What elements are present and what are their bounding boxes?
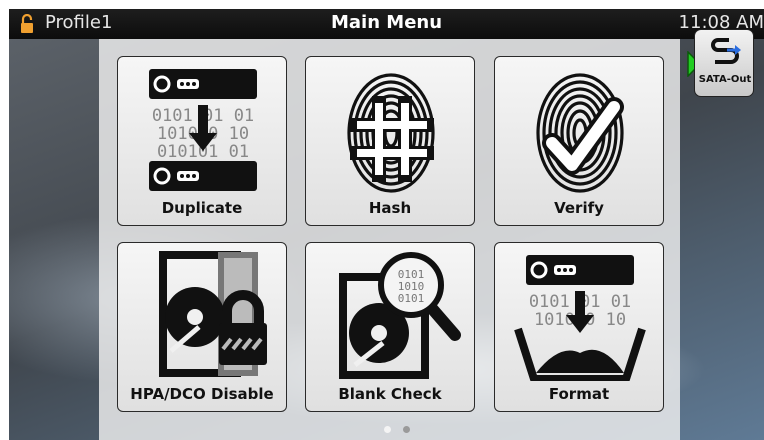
menu-panel: 0101 01 01 1010 0 10 010101 01 Duplicate xyxy=(99,39,680,440)
drive-magnifier-icon: 0101 1010 0101 xyxy=(339,252,461,379)
tile-label: Verify xyxy=(554,199,604,217)
page-dot[interactable] xyxy=(403,426,410,433)
device-screen: Profile1 Main Menu 11:08 AM 0101 01 01 1… xyxy=(9,9,764,440)
sata-out-button[interactable]: SATA-Out xyxy=(687,29,754,100)
fingerprint-check-icon xyxy=(536,73,624,193)
tile-label: Format xyxy=(548,385,610,403)
tile-label: Duplicate xyxy=(161,199,243,217)
sata-connector-icon xyxy=(711,38,741,64)
duplicate-button[interactable]: 0101 01 01 1010 0 10 010101 01 Duplicate xyxy=(117,56,287,226)
verify-button[interactable]: Verify xyxy=(494,56,664,226)
svg-text:0101: 0101 xyxy=(398,292,425,305)
hash-button[interactable]: Hash xyxy=(305,56,475,226)
drive-lock-icon xyxy=(159,251,267,377)
status-bar: Profile1 Main Menu 11:08 AM xyxy=(9,9,764,39)
format-icon: 0101 01 01 1010 0 10 xyxy=(514,255,646,381)
page-dot-active[interactable] xyxy=(384,426,391,433)
background: 0101 01 01 1010 0 10 010101 01 Duplicate xyxy=(9,39,764,440)
page-title: Main Menu xyxy=(330,12,443,33)
hpa-dco-disable-button[interactable]: HPA/DCO Disable xyxy=(117,242,287,412)
tile-label: Blank Check xyxy=(338,385,442,403)
sata-out-label: SATA-Out xyxy=(698,74,752,85)
blank-check-button[interactable]: 0101 1010 0101 Blank Check xyxy=(305,242,475,412)
tile-label: HPA/DCO Disable xyxy=(130,385,274,403)
format-button[interactable]: 0101 01 01 1010 0 10 Format xyxy=(494,242,664,412)
tile-label: Hash xyxy=(368,199,412,217)
duplicate-icon: 0101 01 01 1010 0 10 010101 01 xyxy=(149,69,257,191)
fingerprint-hash-icon xyxy=(347,73,435,193)
sata-out-box: SATA-Out xyxy=(694,29,754,97)
